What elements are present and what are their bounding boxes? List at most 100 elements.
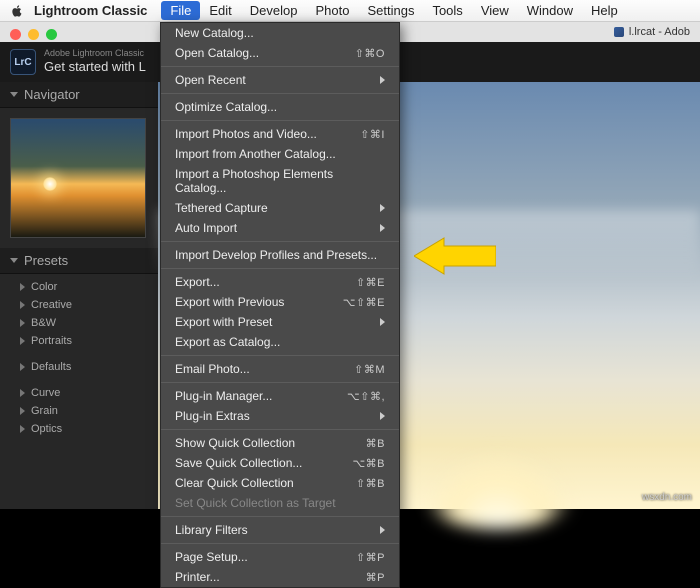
menu-item-shortcut: ⇧⌘O xyxy=(355,47,385,60)
minimize-window-button[interactable] xyxy=(28,29,39,40)
menu-separator xyxy=(161,516,399,517)
menubar-item-tools[interactable]: Tools xyxy=(423,1,471,20)
menubar-app-name: Lightroom Classic xyxy=(34,3,147,18)
preset-group-label: Color xyxy=(31,281,57,293)
menubar-item-file[interactable]: File xyxy=(161,1,200,20)
chevron-right-icon xyxy=(380,412,385,420)
menu-item-plug-in-extras[interactable]: Plug-in Extras xyxy=(161,406,399,426)
menu-item-shortcut: ⇧⌘I xyxy=(360,128,385,141)
menu-item-label: Plug-in Extras xyxy=(175,409,250,423)
chevron-right-icon xyxy=(380,526,385,534)
menu-item-export-as-catalog[interactable]: Export as Catalog... xyxy=(161,332,399,352)
chevron-right-icon xyxy=(20,319,25,327)
menu-item-new-catalog[interactable]: New Catalog... xyxy=(161,23,399,43)
maximize-window-button[interactable] xyxy=(46,29,57,40)
menu-item-email-photo[interactable]: Email Photo...⇧⌘M xyxy=(161,359,399,379)
preset-group-curve[interactable]: Curve xyxy=(0,384,158,402)
menu-item-library-filters[interactable]: Library Filters xyxy=(161,520,399,540)
preset-group-label: Defaults xyxy=(31,361,71,373)
preset-group-label: Curve xyxy=(31,387,60,399)
preset-group-defaults[interactable]: Defaults xyxy=(0,358,158,376)
menubar-item-photo[interactable]: Photo xyxy=(306,1,358,20)
menu-item-printer[interactable]: Printer...⌘P xyxy=(161,567,399,587)
menubar-item-window[interactable]: Window xyxy=(518,1,582,20)
left-sidebar: Navigator Presets Color Creative B&W Portra… xyxy=(0,82,158,509)
preset-group-color[interactable]: Color xyxy=(0,278,158,296)
macos-menubar: Lightroom Classic FileEditDevelopPhotoSe… xyxy=(0,0,700,22)
menubar-item-develop[interactable]: Develop xyxy=(241,1,307,20)
menu-item-label: Library Filters xyxy=(175,523,248,537)
menu-item-label: Export as Catalog... xyxy=(175,335,280,349)
preset-group-grain[interactable]: Grain xyxy=(0,402,158,420)
menubar-item-view[interactable]: View xyxy=(472,1,518,20)
preset-group-portraits[interactable]: Portraits xyxy=(0,332,158,350)
menu-item-label: Show Quick Collection xyxy=(175,436,295,450)
menu-item-label: Printer... xyxy=(175,570,220,584)
preset-group-creative[interactable]: Creative xyxy=(0,296,158,314)
menu-item-tethered-capture[interactable]: Tethered Capture xyxy=(161,198,399,218)
callout-arrow xyxy=(414,236,496,276)
apple-icon xyxy=(10,4,24,18)
menu-item-label: Page Setup... xyxy=(175,550,248,564)
menu-item-page-setup[interactable]: Page Setup... ⇧⌘P xyxy=(161,547,399,567)
presets-panel-header[interactable]: Presets xyxy=(0,248,158,274)
header-subtitle: Adobe Lightroom Classic xyxy=(44,49,146,59)
menu-item-optimize-catalog[interactable]: Optimize Catalog... xyxy=(161,97,399,117)
menubar-item-settings[interactable]: Settings xyxy=(358,1,423,20)
menu-item-label: Export... xyxy=(175,275,220,289)
menu-item-shortcut: ⌘B xyxy=(366,437,385,450)
menu-item-label: Open Recent xyxy=(175,73,246,87)
menu-item-shortcut: ⌥⇧⌘E xyxy=(343,296,385,309)
navigator-label: Navigator xyxy=(24,87,80,102)
menubar-item-edit[interactable]: Edit xyxy=(200,1,240,20)
app-window: l.lrcat - Adob LrC Adobe Lightroom Class… xyxy=(0,22,700,509)
traffic-lights xyxy=(10,29,57,40)
menu-item-shortcut: ⌥⇧⌘, xyxy=(347,390,385,403)
menu-item-label: Auto Import xyxy=(175,221,237,235)
menu-item-auto-import[interactable]: Auto Import xyxy=(161,218,399,238)
preset-group-label: Portraits xyxy=(31,335,72,347)
menu-separator xyxy=(161,543,399,544)
chevron-down-icon xyxy=(10,92,18,97)
menu-item-label: Save Quick Collection... xyxy=(175,456,302,470)
menu-item-import-from-another-catalog[interactable]: Import from Another Catalog... xyxy=(161,144,399,164)
chevron-right-icon xyxy=(380,224,385,232)
menubar-item-help[interactable]: Help xyxy=(582,1,627,20)
menu-item-show-quick-collection[interactable]: Show Quick Collection ⌘B xyxy=(161,433,399,453)
menu-item-label: Import a Photoshop Elements Catalog... xyxy=(175,167,385,195)
menu-separator xyxy=(161,66,399,67)
menu-item-open-recent[interactable]: Open Recent xyxy=(161,70,399,90)
chevron-right-icon xyxy=(20,425,25,433)
menu-item-plug-in-manager[interactable]: Plug-in Manager...⌥⇧⌘, xyxy=(161,386,399,406)
menu-item-import-a-photoshop-elements-catalog[interactable]: Import a Photoshop Elements Catalog... xyxy=(161,164,399,198)
preset-group-label: Creative xyxy=(31,299,72,311)
menu-item-label: Optimize Catalog... xyxy=(175,100,277,114)
menu-item-label: Tethered Capture xyxy=(175,201,268,215)
close-window-button[interactable] xyxy=(10,29,21,40)
navigator-panel-header[interactable]: Navigator xyxy=(0,82,158,108)
menu-item-export-with-preset[interactable]: Export with Preset xyxy=(161,312,399,332)
menu-item-import-develop-profiles-and-presets[interactable]: Import Develop Profiles and Presets... xyxy=(161,245,399,265)
preset-group-optics[interactable]: Optics xyxy=(0,420,158,438)
file-menu-dropdown: New Catalog...Open Catalog...⇧⌘O Open Rec… xyxy=(160,22,400,588)
chevron-right-icon xyxy=(20,407,25,415)
menu-item-shortcut: ⇧⌘M xyxy=(354,363,385,376)
menu-item-set-quick-collection-as-target: Set Quick Collection as Target xyxy=(161,493,399,513)
menu-item-export[interactable]: Export...⇧⌘E xyxy=(161,272,399,292)
menu-separator xyxy=(161,382,399,383)
menu-item-shortcut: ⇧⌘P xyxy=(356,551,385,564)
menu-item-clear-quick-collection[interactable]: Clear Quick Collection⇧⌘B xyxy=(161,473,399,493)
presets-label: Presets xyxy=(24,253,68,268)
navigator-thumbnail[interactable] xyxy=(10,118,146,238)
chevron-right-icon xyxy=(20,301,25,309)
chevron-right-icon xyxy=(20,337,25,345)
document-title: l.lrcat - Adob xyxy=(629,26,690,38)
menu-item-save-quick-collection[interactable]: Save Quick Collection...⌥⌘B xyxy=(161,453,399,473)
preset-group-bw[interactable]: B&W xyxy=(0,314,158,332)
preset-group-label: Grain xyxy=(31,405,58,417)
menu-item-import-photos-and-video[interactable]: Import Photos and Video...⇧⌘I xyxy=(161,124,399,144)
menu-item-open-catalog[interactable]: Open Catalog...⇧⌘O xyxy=(161,43,399,63)
menu-item-label: Export with Preset xyxy=(175,315,272,329)
menu-item-export-with-previous[interactable]: Export with Previous⌥⇧⌘E xyxy=(161,292,399,312)
chevron-right-icon xyxy=(380,318,385,326)
